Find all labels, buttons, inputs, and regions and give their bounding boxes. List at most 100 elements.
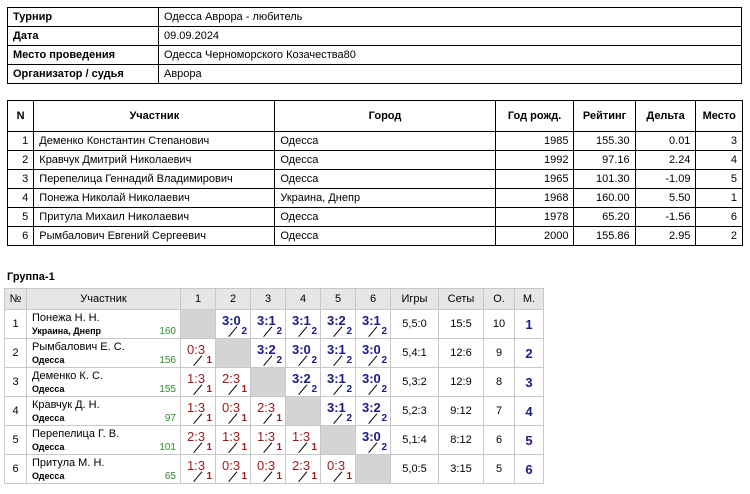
group-row-number: 2 (4, 338, 27, 368)
participants-header: Город (274, 100, 496, 132)
info-label: Место проведения (7, 45, 159, 65)
match-points: 2 (311, 326, 317, 337)
participant-cell: Притула Михаил Николаевич (33, 207, 276, 227)
match-score: 3:1 (327, 371, 346, 386)
group-results-table: № Участник 1 2 3 4 5 6 Игры Сеты О. М. 1 Понежа Н. Н… (4, 288, 544, 484)
sets-record: 12:9 (438, 367, 484, 397)
match-score: 0:3 (257, 458, 276, 473)
match-score: 3:2 (327, 313, 346, 328)
participant-cell: -1.56 (634, 207, 697, 227)
match-score: 3:0 (362, 371, 381, 386)
match-points: 1 (241, 413, 247, 424)
participant-cell: 1965 (494, 169, 575, 189)
participant-cell: 4 (695, 150, 743, 170)
match-result-cell: 3:2 2 (355, 396, 391, 426)
match-points: 1 (206, 413, 212, 424)
match-result-cell: 2:3 1 (215, 367, 251, 397)
match-score: 3:0 (362, 342, 381, 357)
participant-cell: 3 (6, 169, 35, 189)
participants-header: N (6, 100, 35, 132)
match-points: 2 (346, 413, 352, 424)
self-cell (180, 309, 216, 339)
participant-cell: Перепелица Геннадий Владимирович (33, 169, 276, 189)
group-header: 6 (355, 288, 391, 310)
match-result-cell: 0:3 1 (215, 396, 251, 426)
match-score: 2:3 (187, 429, 206, 444)
games-record: 5,4:1 (390, 338, 439, 368)
participant-cell: 4 (6, 188, 35, 208)
info-value: Одесса Аврора - любитель (158, 7, 742, 27)
match-score: 3:2 (362, 400, 381, 415)
match-score: 1:3 (292, 429, 311, 444)
group-player: Деменко К. С. Одесса 155 (26, 367, 181, 397)
match-result-cell: 1:3 1 (180, 367, 216, 397)
group-header: № (4, 288, 27, 310)
match-score: 1:3 (257, 429, 276, 444)
group-player: Рымбалович Е. С. Одесса 156 (26, 338, 181, 368)
participant-cell: 101.30 (573, 169, 636, 189)
participant-row: 1 Деменко Константин Степанович Одесса 1985… (6, 131, 743, 151)
final-place: 5 (514, 425, 544, 455)
points: 5 (483, 454, 515, 484)
match-result-cell: 3:0 2 (355, 338, 391, 368)
match-points: 2 (381, 384, 387, 395)
match-result-cell: 3:1 2 (285, 309, 321, 339)
participant-cell: 2.95 (634, 226, 697, 246)
final-place: 1 (514, 309, 544, 339)
match-score: 3:2 (257, 342, 276, 357)
info-row: Турнир Одесса Аврора - любитель (7, 7, 742, 27)
participant-cell: Рымбалович Евгений Сергеевич (33, 226, 276, 246)
group-body: 1 Понежа Н. Н. Украина, Днепр 160 3:0 2 3:1 2 3:… (4, 309, 544, 484)
participant-cell: Деменко Константин Степанович (33, 131, 276, 151)
participant-cell: 65.20 (573, 207, 636, 227)
match-points: 2 (311, 355, 317, 366)
participant-cell: 155.30 (573, 131, 636, 151)
tournament-info-table: Турнир Одесса Аврора - любитель Дата 09.09.… (7, 7, 742, 84)
match-result-cell: 1:3 1 (180, 396, 216, 426)
match-result-cell: 0:3 1 (320, 454, 356, 484)
player-name: Кравчук Д. Н. (32, 399, 100, 411)
match-points: 2 (311, 384, 317, 395)
participants-header: Рейтинг (573, 100, 636, 132)
participant-cell: Одесса (274, 150, 496, 170)
match-points: 2 (241, 326, 247, 337)
match-points: 1 (276, 471, 282, 482)
group-player: Понежа Н. Н. Украина, Днепр 160 (26, 309, 181, 339)
self-cell (250, 367, 286, 397)
match-points: 2 (346, 326, 352, 337)
group-header: 2 (215, 288, 251, 310)
match-result-cell: 3:1 2 (355, 309, 391, 339)
match-points: 2 (276, 326, 282, 337)
group-header: 5 (320, 288, 356, 310)
match-result-cell: 1:3 1 (180, 454, 216, 484)
info-label: Организатор / судья (7, 64, 159, 84)
participant-cell: 1968 (494, 188, 575, 208)
participant-cell: 2000 (494, 226, 575, 246)
final-place: 3 (514, 367, 544, 397)
participant-row: 6 Рымбалович Евгений Сергеевич Одесса 2000 1… (6, 226, 743, 246)
group-row-number: 4 (4, 396, 27, 426)
player-rating: 155 (159, 384, 176, 395)
participant-row: 5 Притула Михаил Николаевич Одесса 1978 65.2… (6, 207, 743, 227)
participant-cell: Украина, Днепр (274, 188, 496, 208)
group-header: 3 (250, 288, 286, 310)
match-score: 3:1 (362, 313, 381, 328)
match-result-cell: 2:3 1 (180, 425, 216, 455)
group-row: 2 Рымбалович Е. С. Одесса 156 0:3 1 3:2 2 3:0 2 3:… (4, 338, 544, 368)
match-result-cell: 3:0 2 (285, 338, 321, 368)
match-result-cell: 3:2 2 (250, 338, 286, 368)
match-points: 1 (346, 471, 352, 482)
group-header: М. (514, 288, 544, 310)
match-result-cell: 3:1 2 (250, 309, 286, 339)
group-header: 1 (180, 288, 216, 310)
match-points: 1 (311, 471, 317, 482)
player-rating: 101 (159, 442, 176, 453)
match-points: 1 (311, 442, 317, 453)
info-label: Турнир (7, 7, 159, 27)
group-header: Сеты (438, 288, 484, 310)
self-cell (320, 425, 356, 455)
group-row: 6 Притула М. Н. Одесса 65 1:3 1 0:3 1 0:3 1 2:3 1 0:… (4, 454, 544, 484)
group-row-number: 1 (4, 309, 27, 339)
final-place: 6 (514, 454, 544, 484)
participant-cell: 160.00 (573, 188, 636, 208)
